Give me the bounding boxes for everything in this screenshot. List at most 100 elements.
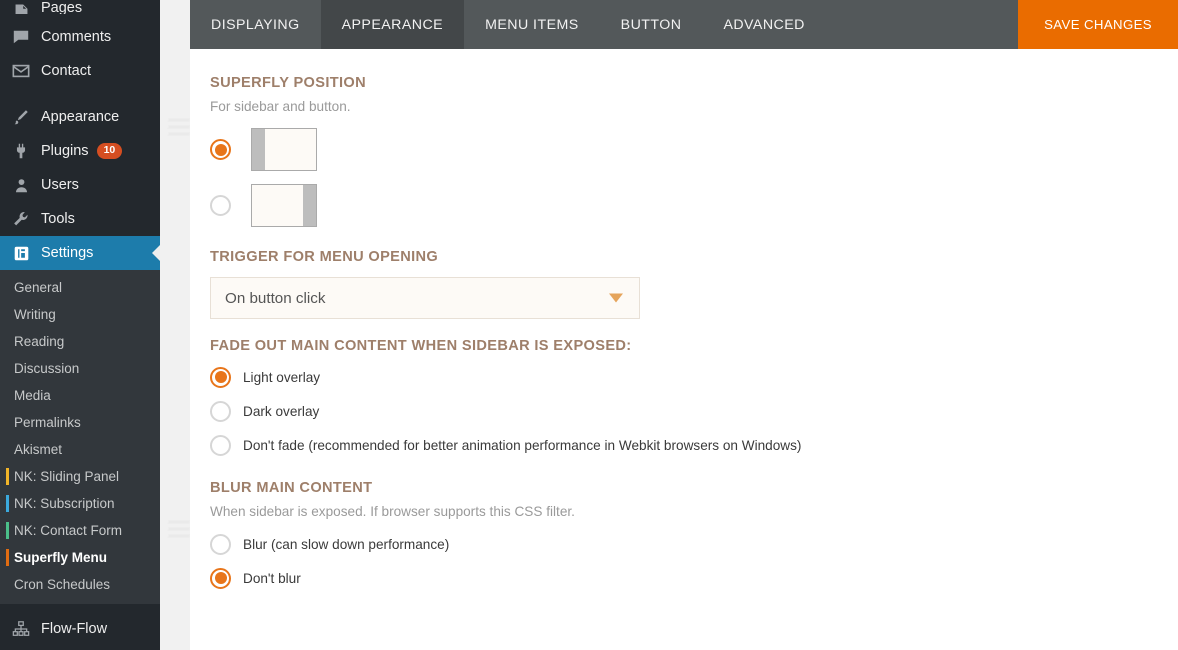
- settings-tabbar: DISPLAYING APPEARANCE MENU ITEMS BUTTON …: [190, 0, 1178, 49]
- submenu-item-nk-contact-form[interactable]: NK: Contact Form: [0, 517, 160, 544]
- tab-button[interactable]: BUTTON: [600, 0, 703, 49]
- blur-option-blur[interactable]: Blur (can slow down performance): [210, 527, 1178, 561]
- section-desc-position: For sidebar and button.: [210, 99, 351, 114]
- submenu-item-discussion[interactable]: Discussion: [0, 355, 160, 382]
- sidebar-item-label: Tools: [41, 211, 75, 227]
- fade-option-label: Don't fade (recommended for better anima…: [243, 437, 802, 453]
- tabbar-spacer: [826, 0, 1018, 49]
- submenu-label: Cron Schedules: [14, 577, 111, 592]
- appearance-settings-body: SUPERFLY POSITION For sidebar and button…: [190, 49, 1178, 650]
- submenu-label: NK: Subscription: [14, 496, 115, 511]
- preview-sidebar-slab: [303, 185, 316, 226]
- position-option-left[interactable]: [210, 128, 1178, 171]
- fade-option-label: Dark overlay: [243, 403, 320, 419]
- blur-radio-blur[interactable]: [210, 533, 231, 555]
- wp-admin-sidebar: Pages Comments Contact Appearance Plugin…: [0, 0, 160, 650]
- submenu-item-media[interactable]: Media: [0, 382, 160, 409]
- sidebar-item-comments[interactable]: Comments: [0, 20, 160, 54]
- submenu-color-bar: [6, 495, 9, 512]
- section-desc-blur: When sidebar is exposed. If browser supp…: [210, 504, 575, 519]
- plug-icon: [10, 141, 32, 161]
- section-title-fade: FADE OUT MAIN CONTENT WHEN SIDEBAR IS EX…: [210, 338, 632, 354]
- sidebar-item-settings[interactable]: Settings: [0, 236, 160, 270]
- tab-advanced[interactable]: ADVANCED: [702, 0, 825, 49]
- submenu-label: Permalinks: [14, 415, 81, 430]
- preview-sidebar-slab: [252, 129, 265, 170]
- comments-icon: [10, 27, 32, 47]
- submenu-item-nk-subscription[interactable]: NK: Subscription: [0, 490, 160, 517]
- sidebar-divider-bottom: [0, 604, 160, 612]
- current-item-arrow: [152, 244, 160, 262]
- sidebar-item-label: Comments: [41, 29, 112, 45]
- fade-radio-light-overlay[interactable]: [210, 366, 231, 388]
- sidebar-item-contact[interactable]: Contact: [0, 54, 160, 88]
- settings-icon: [10, 243, 32, 263]
- sitemap-icon: [10, 619, 32, 639]
- submenu-item-writing[interactable]: Writing: [0, 301, 160, 328]
- sidebar-item-plugins[interactable]: Plugins 10: [0, 134, 160, 168]
- submenu-item-cron-schedules[interactable]: Cron Schedules: [0, 571, 160, 598]
- fade-option-light-overlay[interactable]: Light overlay: [210, 360, 1178, 394]
- submenu-item-reading[interactable]: Reading: [0, 328, 160, 355]
- tab-label: ADVANCED: [723, 16, 805, 33]
- submenu-item-superfly-menu[interactable]: Superfly Menu: [0, 544, 160, 571]
- section-title-position: SUPERFLY POSITION: [210, 75, 366, 91]
- main-content: DISPLAYING APPEARANCE MENU ITEMS BUTTON …: [190, 0, 1178, 650]
- tab-displaying[interactable]: DISPLAYING: [190, 0, 321, 49]
- superfly-menu-appearance-screen: Pages Comments Contact Appearance Plugin…: [0, 0, 1178, 650]
- submenu-label: General: [14, 280, 63, 295]
- fade-option-dark-overlay[interactable]: Dark overlay: [210, 394, 1178, 428]
- save-changes-button[interactable]: SAVE CHANGES: [1018, 0, 1178, 49]
- sidebar-item-tools[interactable]: Tools: [0, 202, 160, 236]
- position-option-right[interactable]: [210, 184, 1178, 227]
- fade-option-label: Light overlay: [243, 369, 321, 385]
- sidebar-item-appearance[interactable]: Appearance: [0, 100, 160, 134]
- position-radio-left[interactable]: [210, 139, 231, 160]
- save-button-label: SAVE CHANGES: [1044, 17, 1152, 32]
- submenu-label: Media: [14, 388, 51, 403]
- submenu-label: Reading: [14, 334, 65, 349]
- ghost-menu-mark: [167, 118, 191, 140]
- tab-label: DISPLAYING: [211, 16, 300, 33]
- submenu-item-general[interactable]: General: [0, 274, 160, 301]
- tab-label: MENU ITEMS: [485, 16, 579, 33]
- submenu-color-bar: [6, 549, 9, 566]
- submenu-label: NK: Contact Form: [14, 523, 123, 538]
- position-preview-right[interactable]: [251, 184, 317, 227]
- sidebar-item-pages[interactable]: Pages: [0, 0, 160, 14]
- trigger-select[interactable]: On button click: [210, 277, 640, 319]
- submenu-color-bar: [6, 522, 9, 539]
- pages-icon: [10, 0, 32, 14]
- tab-menu-items[interactable]: MENU ITEMS: [464, 0, 600, 49]
- submenu-label: Discussion: [14, 361, 80, 376]
- tab-label: BUTTON: [620, 16, 682, 33]
- blur-option-label: Don't blur: [243, 570, 301, 586]
- tab-appearance[interactable]: APPEARANCE: [320, 0, 465, 49]
- sidebar-item-label: Contact: [41, 63, 91, 79]
- submenu-item-nk-sliding-panel[interactable]: NK: Sliding Panel: [0, 463, 160, 490]
- submenu-item-permalinks[interactable]: Permalinks: [0, 409, 160, 436]
- mail-icon: [10, 61, 32, 81]
- fade-radio-dark-overlay[interactable]: [210, 400, 231, 422]
- submenu-label: Superfly Menu: [14, 550, 108, 565]
- ghost-menu-mark: [167, 520, 191, 542]
- sidebar-item-users[interactable]: Users: [0, 168, 160, 202]
- position-preview-left[interactable]: [251, 128, 317, 171]
- tab-label: APPEARANCE: [341, 16, 444, 33]
- sidebar-item-flow-flow[interactable]: Flow-Flow: [0, 612, 160, 646]
- sidebar-item-label: Users: [41, 177, 79, 193]
- submenu-item-akismet[interactable]: Akismet: [0, 436, 160, 463]
- chevron-down-icon: [609, 293, 623, 303]
- blur-radio-dont-blur[interactable]: [210, 567, 231, 589]
- submenu-label: NK: Sliding Panel: [14, 469, 120, 484]
- fade-radio-dont-fade[interactable]: [210, 434, 231, 456]
- blur-option-dont-blur[interactable]: Don't blur: [210, 561, 1178, 595]
- submenu-label: Writing: [14, 307, 56, 322]
- position-radio-right[interactable]: [210, 195, 231, 216]
- brush-icon: [10, 107, 32, 127]
- user-icon: [10, 175, 32, 195]
- fade-option-dont-fade[interactable]: Don't fade (recommended for better anima…: [210, 428, 1178, 462]
- section-title-trigger: TRIGGER FOR MENU OPENING: [210, 249, 439, 265]
- submenu-label: Akismet: [14, 442, 63, 457]
- sidebar-gutter: [160, 0, 191, 650]
